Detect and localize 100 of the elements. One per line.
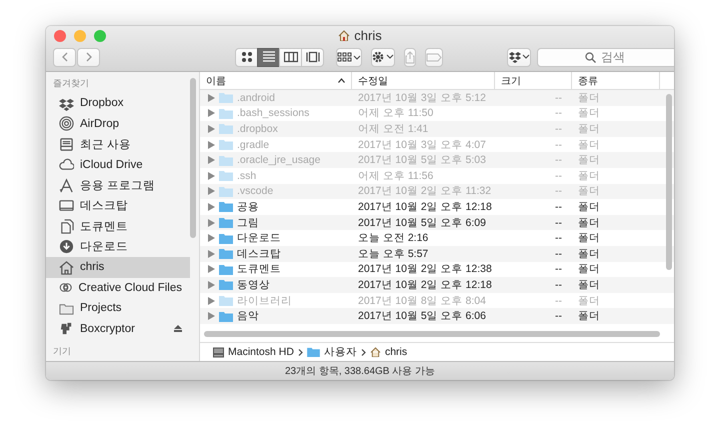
icon-view-button[interactable] (235, 48, 258, 66)
sidebar-item[interactable]: iCloud Drive (46, 154, 190, 175)
file-kind: 폴더 (577, 122, 601, 136)
file-kind: 폴더 (577, 106, 601, 120)
action-button[interactable] (371, 48, 395, 66)
modified-date: 2017년 10월 8일 오후 8:04 (357, 294, 487, 308)
file-size: -- (554, 185, 563, 198)
modified-date: 2017년 10월 5일 오후 6:06 (357, 309, 487, 324)
sidebar-item[interactable]: Boxcryptor (46, 318, 190, 339)
file-kind: 폴더 (577, 153, 601, 168)
folder-icon (219, 217, 233, 228)
modified-date: 어제 오후 11:56 (357, 168, 434, 183)
boxes-icon (508, 51, 530, 63)
sidebar-item-icon (59, 116, 74, 132)
arrange-button[interactable] (336, 48, 362, 66)
modified-date: 2017년 10월 5일 오후 6:09 (357, 216, 487, 230)
path-item[interactable]: Macintosh HD (213, 346, 294, 358)
file-name: .ssh (237, 170, 256, 182)
file-kind: 폴더 (577, 216, 601, 230)
dropbox-button[interactable] (507, 48, 531, 66)
share-icon (405, 50, 415, 64)
list-view-button[interactable] (257, 48, 280, 66)
file-kind: 폴더 (577, 168, 601, 183)
file-kind: 폴더 (577, 184, 601, 198)
column-header[interactable]: 이름 (200, 72, 352, 89)
scrollbar-thumb[interactable] (204, 331, 660, 337)
cover-flow-button[interactable] (301, 48, 324, 66)
scrollbar-thumb[interactable] (666, 94, 672, 270)
sidebar-item[interactable]: 데스크탑 (46, 196, 190, 216)
scrollbar-thumb[interactable] (190, 78, 196, 238)
modified-date: 2017년 10월 2일 오후 12:18 (357, 278, 493, 292)
file-name: 다운로드 (237, 231, 281, 246)
file-size: -- (554, 263, 563, 276)
file-kind: 폴더 (577, 278, 601, 292)
file-size: -- (554, 170, 563, 182)
eject-icon[interactable] (174, 325, 182, 332)
file-name: .oracle_jre_usage (237, 154, 320, 166)
file-kind: 폴더 (577, 262, 601, 276)
sidebar-item[interactable]: 다운로드 (46, 236, 190, 257)
modified-date: 어제 오전 1:41 (357, 122, 430, 136)
file-name: .android (237, 92, 275, 104)
zoom-button[interactable] (94, 30, 106, 42)
sidebar-item[interactable]: 응용 프로그램 (46, 175, 190, 196)
folder-icon (219, 154, 233, 166)
file-name: .dropbox (237, 122, 278, 135)
folder-icon (219, 170, 233, 182)
column-header[interactable]: 종류 (572, 72, 660, 89)
file-kind: 폴더 (577, 246, 601, 261)
sidebar-item[interactable]: AirDrop (46, 114, 190, 134)
file-size: -- (554, 200, 563, 213)
file-size: -- (554, 138, 563, 151)
file-name: 공용 (237, 200, 259, 214)
file-size: -- (554, 278, 563, 291)
file-size: -- (554, 122, 563, 135)
icon-view-icon (240, 50, 254, 64)
sidebar-item[interactable]: Creative Cloud Files (46, 278, 190, 298)
file-name: 라이브러리 (237, 294, 292, 308)
file-size: -- (554, 248, 563, 260)
cover-flow-icon (306, 50, 320, 64)
column-view-button[interactable] (279, 48, 302, 66)
path-item[interactable]: chris (370, 346, 408, 358)
share-button[interactable] (404, 48, 416, 66)
forward-button[interactable] (77, 48, 100, 66)
sidebar-item[interactable]: Projects (46, 298, 190, 318)
path-item[interactable]: 사용자 (306, 345, 357, 359)
file-size: -- (554, 154, 563, 166)
folder-icon (219, 123, 233, 134)
file-kind: 폴더 (577, 309, 601, 324)
sidebar-item[interactable]: 도큐멘트 (46, 216, 190, 236)
modified-date: 2017년 10월 3일 오후 5:12 (357, 90, 487, 105)
sidebar-section-label: 즐겨찾기 (52, 77, 90, 90)
sidebar-item-icon (59, 198, 74, 214)
column-view-icon (284, 50, 298, 64)
file-size: -- (554, 92, 563, 104)
folder-icon (306, 347, 320, 357)
chevron-left-icon (60, 52, 68, 62)
sidebar-item-icon (59, 157, 74, 172)
chevron-icon (360, 348, 366, 356)
list-view-icon (262, 50, 276, 64)
folder-icon (219, 279, 233, 290)
back-button[interactable] (53, 48, 76, 66)
sidebar-item-icon (59, 178, 74, 193)
tag-button[interactable] (425, 48, 443, 66)
tag-icon (426, 52, 442, 62)
file-name: .vscode (237, 185, 274, 198)
sidebar-item-icon (59, 260, 74, 275)
modified-date: 2017년 10월 2일 오후 11:32 (357, 184, 492, 198)
close-button[interactable] (54, 30, 66, 42)
file-name: 그림 (237, 216, 259, 230)
file-kind: 폴더 (577, 231, 601, 246)
column-header[interactable]: 수정일 (352, 72, 495, 89)
sidebar-item[interactable]: chris (46, 257, 190, 278)
sidebar-item-icon (59, 218, 74, 234)
column-header[interactable]: 크기 (495, 72, 572, 89)
sidebar-item[interactable]: 최근 사용 (46, 134, 190, 154)
sidebar-item[interactable]: Dropbox (46, 93, 190, 114)
search-field[interactable]: 검색 (537, 48, 674, 66)
folder-icon (219, 186, 233, 197)
file-kind: 폴더 (577, 294, 601, 308)
sidebar-item-icon (59, 136, 74, 152)
